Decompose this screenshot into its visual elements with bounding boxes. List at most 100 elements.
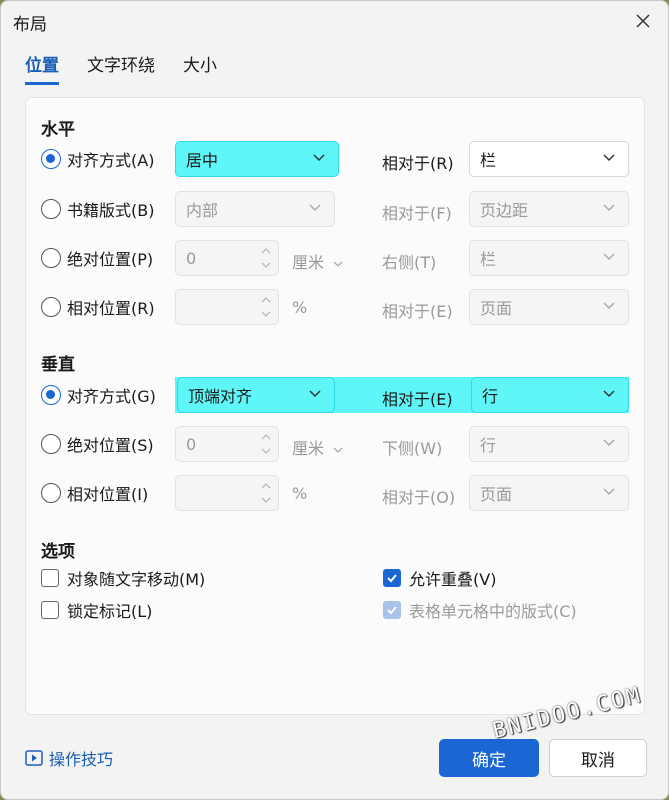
v-relative-relative-select[interactable]: 页面	[469, 475, 629, 511]
v-align-relative-label: 相对于(E)	[382, 390, 453, 409]
h-book-relative-value: 页边距	[480, 201, 529, 220]
h-align-label: 对齐方式(A)	[67, 151, 155, 170]
chevron-down-icon	[603, 390, 615, 398]
h-align-select[interactable]: 居中	[175, 141, 339, 177]
chevron-down-icon	[333, 261, 343, 267]
move-with-text-label: 对象随文字移动(M)	[67, 570, 206, 589]
allow-overlap-label: 允许重叠(V)	[409, 570, 497, 589]
v-relative-row: 相对位置(I)	[41, 473, 148, 513]
v-align-label: 对齐方式(G)	[67, 387, 156, 406]
h-book-value: 内部	[186, 201, 219, 220]
v-absolute-relative-value: 行	[480, 436, 497, 455]
h-book-relative-select[interactable]: 页边距	[469, 191, 629, 227]
tips-label: 操作技巧	[49, 750, 114, 769]
v-absolute-relative-label: 下侧(W)	[382, 439, 443, 458]
spinner-icon[interactable]	[260, 247, 272, 269]
v-absolute-value: 0	[186, 434, 197, 454]
play-icon	[25, 750, 43, 766]
allow-overlap-checkbox[interactable]	[383, 569, 401, 587]
tab-position[interactable]: 位置	[25, 51, 59, 85]
v-absolute-row: 绝对位置(S)	[41, 424, 154, 464]
tips-link[interactable]: 操作技巧	[25, 746, 113, 770]
h-relative-radio[interactable]	[41, 297, 61, 317]
cancel-button[interactable]: 取消	[549, 739, 647, 777]
lock-anchor-label: 锁定标记(L)	[67, 602, 153, 621]
v-absolute-relative-select[interactable]: 行	[469, 426, 629, 462]
v-relative-input[interactable]	[175, 475, 279, 511]
vertical-section-title: 垂直	[41, 355, 75, 375]
v-relative-relative-value: 页面	[480, 485, 513, 504]
v-absolute-label: 绝对位置(S)	[67, 436, 154, 455]
layout-in-cell-checkbox[interactable]	[383, 601, 401, 619]
h-book-select[interactable]: 内部	[175, 191, 335, 227]
h-book-radio[interactable]	[41, 199, 61, 219]
close-button[interactable]	[628, 6, 658, 36]
v-align-relative-select[interactable]: 行	[471, 377, 629, 413]
v-align-select[interactable]: 顶端对齐	[177, 377, 335, 413]
h-align-radio[interactable]	[41, 149, 61, 169]
h-align-row: 对齐方式(A)	[41, 139, 154, 179]
h-absolute-relative-value: 栏	[480, 250, 497, 269]
spinner-icon[interactable]	[260, 433, 272, 455]
v-relative-relative-label: 相对于(O)	[382, 488, 456, 507]
v-align-radio[interactable]	[41, 385, 61, 405]
chevron-down-icon	[603, 253, 615, 261]
move-with-text-checkbox[interactable]	[41, 569, 59, 587]
h-book-relative-label: 相对于(F)	[382, 204, 452, 223]
h-book-row: 书籍版式(B)	[41, 189, 154, 229]
checkmark-icon	[387, 574, 397, 583]
ok-button[interactable]: 确定	[439, 739, 539, 777]
h-relative-row: 相对位置(R)	[41, 287, 155, 327]
h-book-label: 书籍版式(B)	[67, 201, 155, 220]
v-absolute-radio[interactable]	[41, 434, 61, 454]
h-absolute-unit-label: 厘米	[292, 253, 325, 272]
tab-size[interactable]: 大小	[183, 51, 217, 85]
h-align-relative-value: 栏	[480, 151, 497, 170]
h-align-value: 居中	[186, 151, 219, 170]
layout-in-cell-label: 表格单元格中的版式(C)	[409, 602, 577, 621]
chevron-down-icon	[313, 154, 325, 162]
h-absolute-input[interactable]: 0	[175, 240, 279, 276]
h-relative-relative-label: 相对于(E)	[382, 302, 453, 321]
checkmark-icon	[387, 606, 397, 615]
layout-dialog: 布局 位置 文字环绕 大小 水平 对齐方式(A) 居中 相对于(R) 栏 书籍版…	[0, 0, 669, 800]
v-absolute-input[interactable]: 0	[175, 426, 279, 462]
h-relative-unit: %	[292, 298, 308, 317]
close-icon	[636, 14, 650, 28]
h-relative-relative-select[interactable]: 页面	[469, 289, 629, 325]
v-absolute-unit-label: 厘米	[292, 439, 325, 458]
v-relative-radio[interactable]	[41, 483, 61, 503]
lock-anchor-option[interactable]: 锁定标记(L)	[41, 598, 152, 622]
h-absolute-row: 绝对位置(P)	[41, 238, 153, 278]
v-absolute-unit[interactable]: 厘米	[292, 435, 343, 459]
h-absolute-unit[interactable]: 厘米	[292, 249, 343, 273]
v-align-value: 顶端对齐	[188, 387, 253, 406]
move-with-text-option[interactable]: 对象随文字移动(M)	[41, 566, 205, 590]
h-relative-input[interactable]	[175, 289, 279, 325]
chevron-down-icon	[333, 447, 343, 453]
chevron-down-icon	[603, 204, 615, 212]
h-relative-label: 相对位置(R)	[67, 299, 155, 318]
chevron-down-icon	[309, 390, 321, 398]
h-absolute-label: 绝对位置(P)	[67, 250, 154, 269]
chevron-down-icon	[603, 302, 615, 310]
h-absolute-relative-select[interactable]: 栏	[469, 240, 629, 276]
lock-anchor-checkbox[interactable]	[41, 601, 59, 619]
tab-text-wrapping[interactable]: 文字环绕	[87, 51, 155, 85]
v-relative-label: 相对位置(I)	[67, 485, 149, 504]
h-absolute-radio[interactable]	[41, 248, 61, 268]
spinner-icon[interactable]	[260, 296, 272, 318]
chevron-down-icon	[603, 439, 615, 447]
v-relative-unit: %	[292, 484, 308, 503]
h-relative-relative-value: 页面	[480, 299, 513, 318]
spinner-icon[interactable]	[260, 482, 272, 504]
dialog-title: 布局	[13, 15, 47, 35]
chevron-down-icon	[309, 204, 321, 212]
h-absolute-relative-label: 右侧(T)	[382, 253, 437, 272]
allow-overlap-option[interactable]: 允许重叠(V)	[383, 566, 496, 590]
tab-bar: 位置 文字环绕 大小	[25, 51, 217, 85]
layout-in-cell-option[interactable]: 表格单元格中的版式(C)	[383, 598, 577, 622]
h-align-relative-select[interactable]: 栏	[469, 141, 629, 177]
v-align-row: 对齐方式(G)	[41, 375, 156, 415]
title-bar: 布局	[1, 1, 668, 41]
